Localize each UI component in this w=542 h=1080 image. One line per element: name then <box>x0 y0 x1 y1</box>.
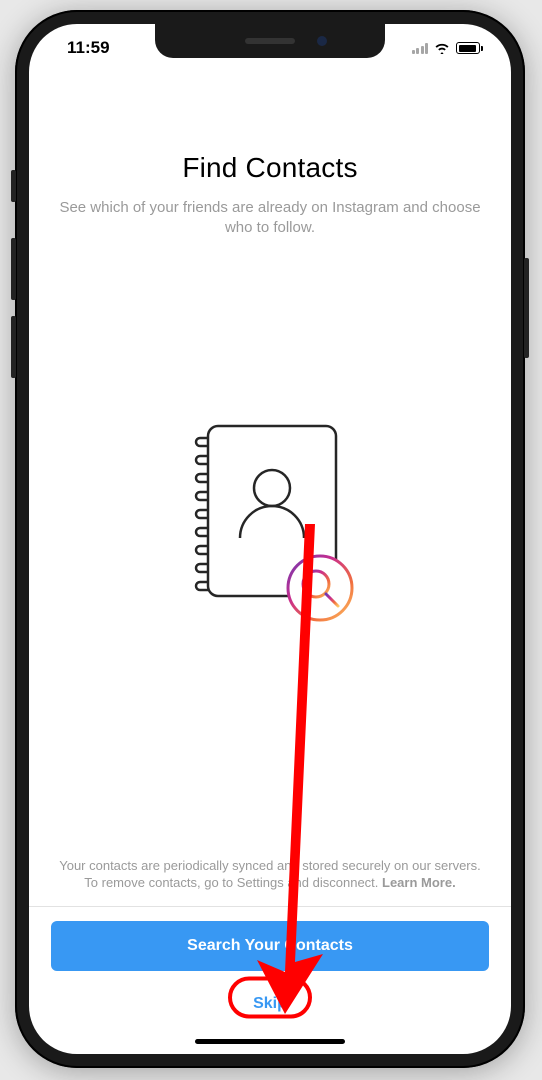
status-time: 11:59 <box>57 38 110 58</box>
contact-book-search-icon <box>51 189 489 857</box>
skip-button[interactable]: Skip <box>235 987 305 1021</box>
wifi-icon <box>434 42 450 54</box>
screen: 11:59 Find Contacts See which of your fr… <box>29 24 511 1054</box>
speaker <box>245 38 295 44</box>
cellular-signal-icon <box>412 42 429 54</box>
learn-more-link[interactable]: Learn More. <box>382 875 456 890</box>
skip-area: Skip <box>51 971 489 1029</box>
content: Find Contacts See which of your friends … <box>29 72 511 1054</box>
power-button <box>524 258 529 358</box>
volume-down-button <box>11 316 16 378</box>
front-camera <box>317 36 327 46</box>
status-indicators <box>412 42 484 54</box>
phone-frame: 11:59 Find Contacts See which of your fr… <box>15 10 525 1068</box>
mute-switch <box>11 170 16 202</box>
divider <box>29 906 511 907</box>
page-title: Find Contacts <box>51 152 489 184</box>
notch <box>155 24 385 58</box>
disclaimer-text: Your contacts are periodically synced an… <box>51 857 489 906</box>
volume-up-button <box>11 238 16 300</box>
search-contacts-button[interactable]: Search Your Contacts <box>51 921 489 971</box>
battery-icon <box>456 42 483 54</box>
home-indicator[interactable] <box>195 1039 345 1044</box>
